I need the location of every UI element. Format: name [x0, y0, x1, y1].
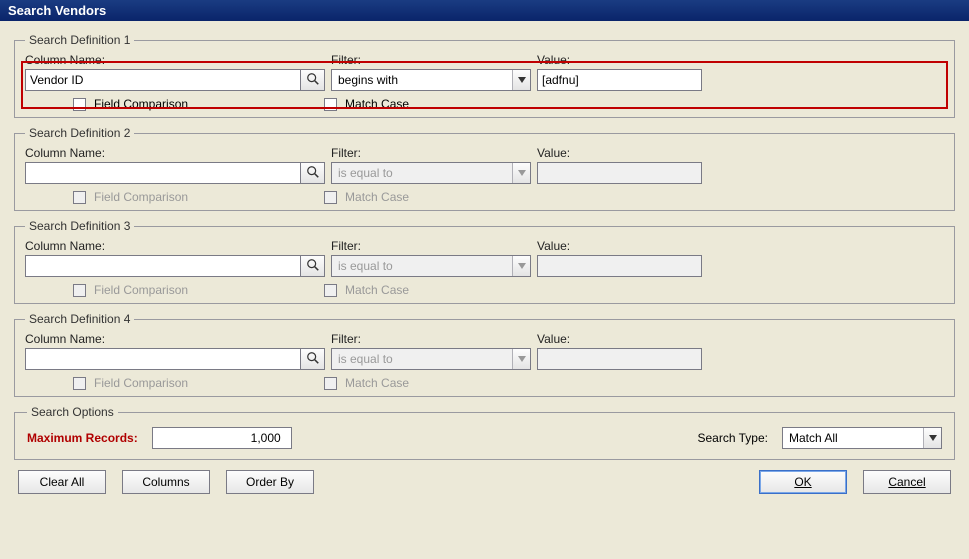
field-comparison-label: Field Comparison: [94, 376, 188, 390]
column-name-label: Column Name:: [25, 239, 325, 253]
column-name-input[interactable]: [25, 162, 301, 184]
value-label: Value:: [537, 53, 944, 67]
window-titlebar: Search Vendors: [0, 0, 969, 21]
search-definition-2-legend: Search Definition 2: [25, 126, 134, 140]
magnifier-icon: [306, 165, 320, 182]
match-case-label: Match Case: [345, 376, 409, 390]
cancel-button[interactable]: Cancel: [863, 470, 951, 494]
column-name-lookup-button[interactable]: [301, 255, 325, 277]
column-name-label: Column Name:: [25, 53, 325, 67]
match-case-checkbox: [324, 377, 337, 390]
search-type-dropdown[interactable]: Match All: [782, 427, 942, 449]
column-name-lookup-button[interactable]: [301, 162, 325, 184]
column-name-input[interactable]: [25, 255, 301, 277]
value-label: Value:: [537, 146, 944, 160]
search-definition-3-legend: Search Definition 3: [25, 219, 134, 233]
match-case-checkbox: [324, 284, 337, 297]
filter-label: Filter:: [331, 53, 531, 67]
filter-dropdown[interactable]: is equal to: [331, 162, 531, 184]
filter-value: is equal to: [332, 256, 512, 276]
chevron-down-icon: [512, 163, 530, 183]
ok-button[interactable]: OK: [759, 470, 847, 494]
value-input: [537, 348, 702, 370]
filter-label: Filter:: [331, 332, 531, 346]
dialog-body: Search Definition 1 Column Name: Filter:…: [0, 21, 969, 504]
column-name-input[interactable]: [25, 69, 301, 91]
search-type-label: Search Type:: [698, 431, 769, 445]
filter-label: Filter:: [331, 146, 531, 160]
match-case-label: Match Case: [345, 283, 409, 297]
match-case-label: Match Case: [345, 190, 409, 204]
order-by-button[interactable]: Order By: [226, 470, 314, 494]
window-title: Search Vendors: [8, 3, 106, 18]
match-case-label: Match Case: [345, 97, 409, 111]
search-type-value: Match All: [783, 428, 923, 448]
clear-all-button[interactable]: Clear All: [18, 470, 106, 494]
chevron-down-icon: [923, 428, 941, 448]
search-options: Search Options Maximum Records: Search T…: [14, 405, 955, 460]
filter-value: begins with: [332, 70, 512, 90]
value-input: [537, 162, 702, 184]
value-label: Value:: [537, 239, 944, 253]
column-name-label: Column Name:: [25, 332, 325, 346]
column-name-lookup-button[interactable]: [301, 69, 325, 91]
filter-dropdown[interactable]: is equal to: [331, 255, 531, 277]
magnifier-icon: [306, 351, 320, 368]
match-case-checkbox: [324, 191, 337, 204]
magnifier-icon: [306, 72, 320, 89]
magnifier-icon: [306, 258, 320, 275]
chevron-down-icon: [512, 70, 530, 90]
columns-button[interactable]: Columns: [122, 470, 210, 494]
maximum-records-label: Maximum Records:: [27, 431, 138, 445]
column-name-label: Column Name:: [25, 146, 325, 160]
search-definition-4: Search Definition 4 Column Name: Filter:…: [14, 312, 955, 397]
button-bar: Clear All Columns Order By OK Cancel: [14, 470, 955, 494]
value-input[interactable]: [537, 69, 702, 91]
search-definition-2: Search Definition 2 Column Name: Filter:…: [14, 126, 955, 211]
value-label: Value:: [537, 332, 944, 346]
search-definition-3: Search Definition 3 Column Name: Filter:…: [14, 219, 955, 304]
filter-label: Filter:: [331, 239, 531, 253]
maximum-records-input[interactable]: [152, 427, 292, 449]
value-input: [537, 255, 702, 277]
field-comparison-checkbox: [73, 191, 86, 204]
column-name-lookup-button[interactable]: [301, 348, 325, 370]
search-definition-1-legend: Search Definition 1: [25, 33, 134, 47]
chevron-down-icon: [512, 256, 530, 276]
filter-value: is equal to: [332, 163, 512, 183]
filter-dropdown[interactable]: is equal to: [331, 348, 531, 370]
search-definition-1: Search Definition 1 Column Name: Filter:…: [14, 33, 955, 118]
field-comparison-label: Field Comparison: [94, 283, 188, 297]
column-name-input[interactable]: [25, 348, 301, 370]
field-comparison-label: Field Comparison: [94, 190, 188, 204]
field-comparison-checkbox: [73, 284, 86, 297]
search-options-legend: Search Options: [27, 405, 118, 419]
field-comparison-checkbox[interactable]: [73, 98, 86, 111]
filter-value: is equal to: [332, 349, 512, 369]
search-definition-4-legend: Search Definition 4: [25, 312, 134, 326]
match-case-checkbox[interactable]: [324, 98, 337, 111]
field-comparison-label: Field Comparison: [94, 97, 188, 111]
chevron-down-icon: [512, 349, 530, 369]
field-comparison-checkbox: [73, 377, 86, 390]
filter-dropdown[interactable]: begins with: [331, 69, 531, 91]
